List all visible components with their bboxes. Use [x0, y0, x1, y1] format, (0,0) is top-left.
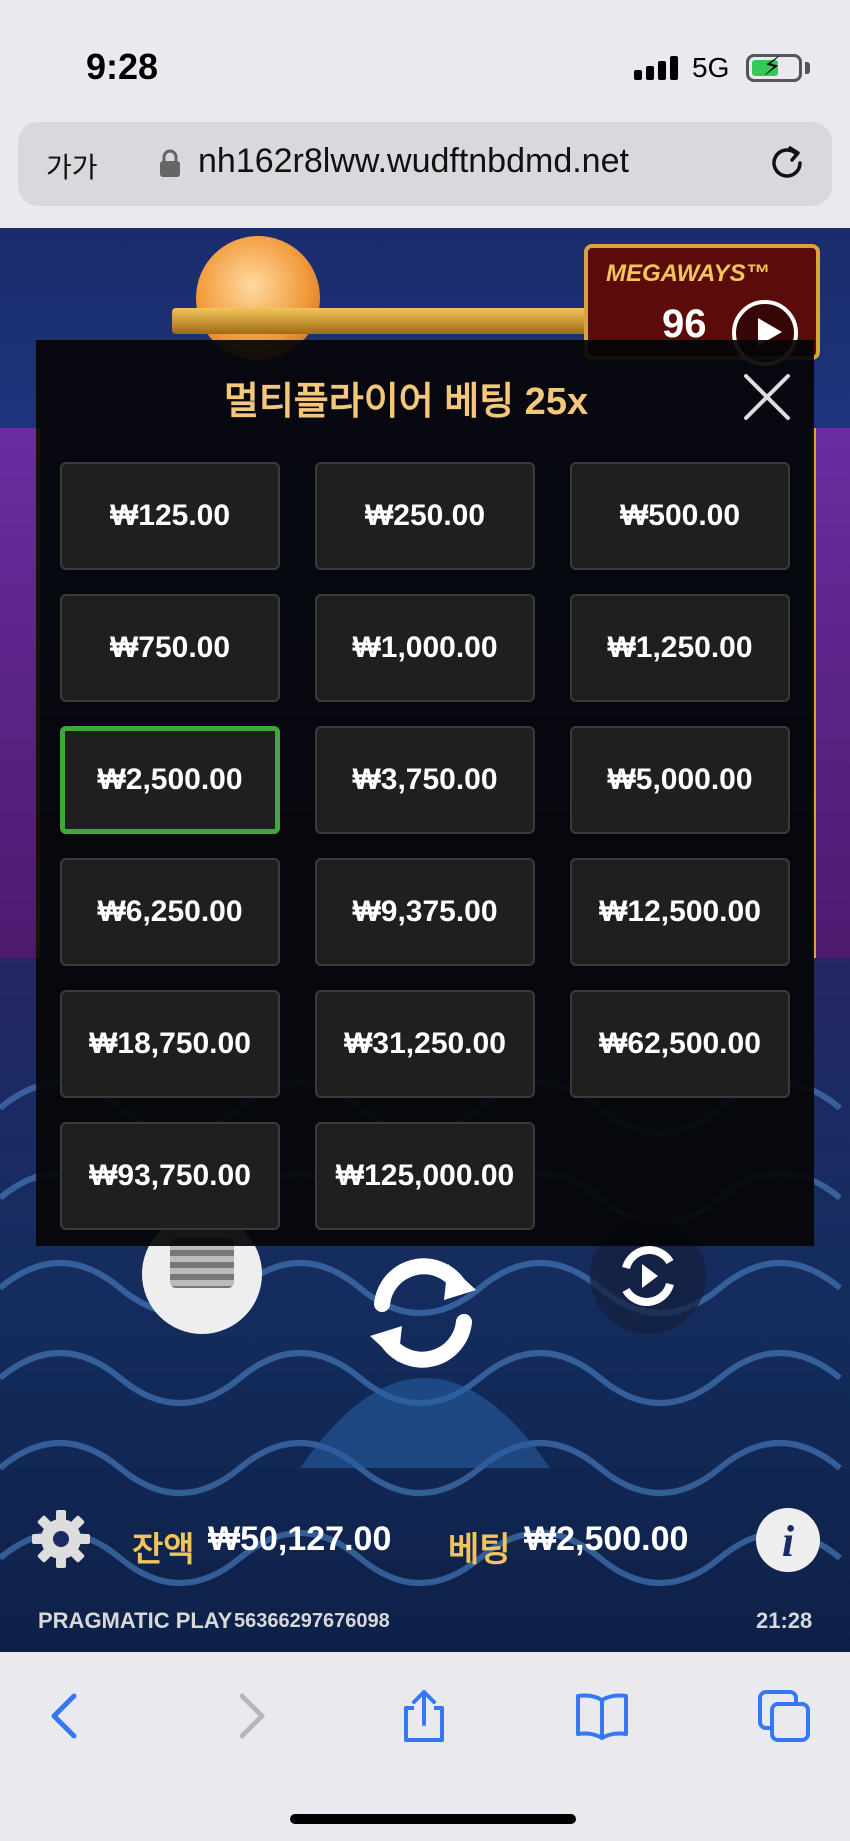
browser-toolbar: [0, 1652, 850, 1841]
network-type: 5G: [692, 52, 730, 83]
chevron-left-icon[interactable]: [38, 1688, 94, 1744]
bet-option-button[interactable]: ₩125,000.00: [315, 1122, 535, 1230]
gear-icon[interactable]: [30, 1508, 92, 1570]
game-clock: 21:28: [756, 1608, 813, 1633]
reel-side-left: [0, 428, 40, 958]
bet-option-button[interactable]: ₩750.00: [60, 594, 280, 702]
bet-option-button[interactable]: ₩125.00: [60, 462, 280, 570]
balance-value: ₩50,127.00: [208, 1520, 392, 1558]
text-size-button[interactable]: 가가: [46, 146, 98, 186]
reload-icon[interactable]: [764, 140, 810, 186]
address-bar[interactable]: 가가 nh162r8lww.wudftnbdmd.net: [18, 122, 832, 206]
status-bar: 9:28 5G ⚡: [0, 0, 850, 120]
bet-option-button[interactable]: ₩31,250.00: [315, 990, 535, 1098]
tabs-icon[interactable]: [756, 1688, 812, 1744]
bet-option-button[interactable]: ₩18,750.00: [60, 990, 280, 1098]
dialog-title: 멀티플라이어 베팅 25x: [223, 381, 589, 423]
bet-option-button[interactable]: ₩1,000.00: [315, 594, 535, 702]
spin-icon[interactable]: [352, 1242, 494, 1384]
bet-value: ₩2,500.00: [524, 1520, 689, 1558]
bet-multiplier-dialog: 멀티플라이어 베팅 25x ₩125.00 ₩250.00 ₩500.00 ₩750.…: [36, 340, 814, 1246]
session-id: 56366297676098: [234, 1610, 390, 1632]
url-text[interactable]: nh162r8lww.wudftnbdmd.net: [198, 142, 629, 181]
bet-option-button[interactable]: ₩62,500.00: [570, 990, 790, 1098]
provider-label: PRAGMATIC PLAY: [38, 1608, 233, 1633]
status-time: 9:28: [86, 46, 159, 87]
signal-icon: [634, 56, 678, 80]
bet-option-button[interactable]: ₩5,000.00: [570, 726, 790, 834]
logo-frame: [172, 308, 652, 334]
bet-option-button[interactable]: ₩12,500.00: [570, 858, 790, 966]
bet-option-button[interactable]: ₩9,375.00: [315, 858, 535, 966]
bet-option-button[interactable]: ₩6,250.00: [60, 858, 280, 966]
close-icon[interactable]: [742, 372, 792, 422]
bet-option-button[interactable]: ₩1,250.00: [570, 594, 790, 702]
bet-option-button[interactable]: ₩3,750.00: [315, 726, 535, 834]
bet-option-button[interactable]: ₩93,750.00: [60, 1122, 280, 1230]
home-indicator: [290, 1814, 576, 1824]
book-icon[interactable]: [574, 1688, 630, 1744]
megaways-label: MEGAWAYS™: [606, 260, 770, 287]
bet-label: 베팅: [448, 1531, 511, 1569]
chevron-right-icon: [239, 1693, 265, 1739]
battery-tip: [805, 62, 810, 74]
game-info-bar: 잔액 ₩50,127.00 베팅 ₩2,500.00 i: [0, 1498, 850, 1578]
reel-side-right: [812, 428, 850, 958]
lock-icon: [160, 149, 180, 177]
battery-icon: ⚡: [746, 51, 802, 82]
bet-option-button[interactable]: ₩500.00: [570, 462, 790, 570]
balance-label: 잔액: [132, 1531, 195, 1569]
bet-option-button[interactable]: ₩250.00: [315, 462, 535, 570]
info-icon[interactable]: i: [756, 1508, 820, 1572]
share-icon[interactable]: [396, 1688, 452, 1744]
bet-option-button[interactable]: ₩2,500.00: [60, 726, 280, 834]
